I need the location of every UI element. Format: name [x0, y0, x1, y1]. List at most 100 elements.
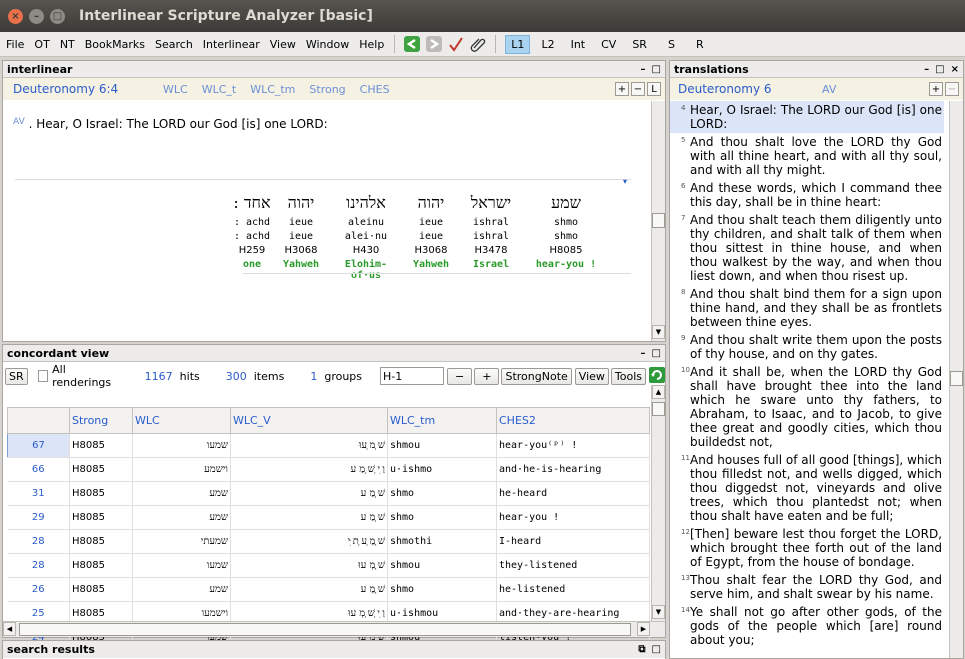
toolbar-l1-button[interactable]: L1: [505, 34, 531, 54]
translations-reference[interactable]: Deuteronomy 6: [678, 82, 822, 96]
maximize-icon[interactable]: □: [652, 64, 661, 75]
scroll-up-icon[interactable]: ▲: [652, 385, 665, 399]
toolbar-sr-button[interactable]: SR: [627, 36, 652, 53]
layout-button[interactable]: L: [647, 82, 661, 96]
interlinear-word[interactable]: שמע shmo shmo H8085 hear-you !: [531, 193, 601, 273]
scroll-thumb[interactable]: [950, 371, 963, 386]
table-row[interactable]: 28 H8085 שמעתי שׁ ָמַ ְע ְת ִּי shmothi I-hea…: [7, 529, 650, 554]
verse-item[interactable]: 14 Ye shall not go after other gods, of t…: [670, 603, 944, 649]
tools-button[interactable]: Tools: [610, 367, 646, 385]
back-arrow-icon[interactable]: [402, 35, 422, 53]
concordant-vscrollbar[interactable]: ▲ ▼: [651, 385, 665, 621]
restore-icon[interactable]: ⧉: [638, 644, 645, 655]
maximize-icon[interactable]: □: [652, 348, 661, 359]
table-row[interactable]: 29 H8085 שמע שׁ ְמַ ע shmo hear-you !: [7, 505, 650, 530]
menu-search[interactable]: Search: [149, 38, 197, 51]
minimize-icon[interactable]: –: [641, 348, 646, 359]
verse-item[interactable]: 9 And thou shalt write them upon the post…: [670, 331, 944, 363]
sr-button[interactable]: SR: [5, 367, 28, 385]
minus-button[interactable]: −: [945, 82, 959, 96]
interlinear-reference[interactable]: Deuteronomy 6:4: [13, 82, 163, 96]
menu-bookmarks[interactable]: BookMarks: [79, 38, 149, 51]
table-row[interactable]: 67 H8085 שמעו שׁ ְמ ְעוּ shmou hear-you⁽ᵖ⁾ !: [7, 433, 650, 458]
refresh-icon[interactable]: [649, 366, 665, 386]
scroll-thumb[interactable]: [652, 213, 665, 228]
scroll-down-icon[interactable]: ▼: [652, 325, 665, 339]
column-header-wlc[interactable]: WLC: [132, 407, 231, 434]
scroll-down-icon[interactable]: ▼: [652, 605, 665, 619]
table-row[interactable]: 26 H8085 שמע שׁ ָמַ ע shmo he-listened: [7, 577, 650, 602]
maximize-icon[interactable]: □: [935, 64, 944, 75]
minimize-window-button[interactable]: –: [29, 8, 44, 24]
menu-window[interactable]: Window: [300, 38, 353, 51]
paperclip-icon[interactable]: [468, 35, 488, 53]
hscroll-thumb[interactable]: [19, 623, 631, 636]
toolbar-cv-button[interactable]: CV: [596, 36, 621, 53]
verse-item[interactable]: 13 Thou shalt fear the LORD thy God, and …: [670, 571, 944, 603]
interlinear-word[interactable]: יהוה ieue ieue H3068 Yahweh: [411, 193, 451, 273]
minimize-icon[interactable]: –: [924, 64, 929, 75]
interlinear-word[interactable]: אלהינו aleinu alei·nu H430 Elohim-of·us: [331, 193, 401, 281]
plus-button[interactable]: +: [929, 82, 943, 96]
view-button[interactable]: View: [574, 367, 609, 385]
table-row[interactable]: 31 H8085 שמע שׁ ְמַ ע shmo he-heard: [7, 481, 650, 506]
maximize-icon[interactable]: □: [652, 644, 661, 655]
table-row[interactable]: 28 H8085 שמעו שׁ ָמְ עוּ shmou they-listened: [7, 553, 650, 578]
av-label: AV: [13, 117, 25, 127]
translations-version[interactable]: AV: [822, 83, 836, 96]
scroll-left-icon[interactable]: ◀: [3, 622, 16, 636]
tab-ches[interactable]: CHES: [360, 83, 390, 96]
wlc-tm-cell: shmo: [387, 577, 497, 602]
interlinear-word[interactable]: אחד :: achd: achd H259 one: [233, 193, 271, 273]
verse-item[interactable]: 7 And thou shalt teach them diligently un…: [670, 211, 944, 285]
minus-button[interactable]: −: [631, 82, 645, 96]
menu-interlinear[interactable]: Interlinear: [197, 38, 264, 51]
toolbar-int-button[interactable]: Int: [566, 36, 591, 53]
tab-wlc-tm[interactable]: WLC_tm: [250, 83, 295, 96]
menu-nt[interactable]: NT: [54, 38, 79, 51]
column-header-wlc-v[interactable]: WLC_V: [230, 407, 388, 434]
menu-ot[interactable]: OT: [28, 38, 53, 51]
tab-wlc-t[interactable]: WLC_t: [202, 83, 237, 96]
toolbar-s-button[interactable]: S: [663, 36, 680, 53]
verse-item[interactable]: 11 And houses full of all good [things], …: [670, 451, 944, 525]
decrement-button[interactable]: −: [447, 367, 473, 385]
column-header-strong[interactable]: Strong: [69, 407, 133, 434]
scroll-right-icon[interactable]: ▶: [637, 622, 650, 636]
forward-arrow-icon[interactable]: [424, 35, 444, 53]
verse-item[interactable]: 4 Hear, O Israel: The LORD our God [is] o…: [670, 101, 944, 133]
minimize-icon[interactable]: –: [641, 64, 646, 75]
strong-search-input[interactable]: [380, 367, 445, 385]
menu-help[interactable]: Help: [353, 38, 388, 51]
verse-item[interactable]: 5 And thou shalt love the LORD thy God wi…: [670, 133, 944, 179]
toolbar-r-button[interactable]: R: [691, 36, 709, 53]
column-header-hits[interactable]: [7, 407, 70, 434]
interlinear-scrollbar[interactable]: ▼: [651, 101, 665, 341]
concordant-hscrollbar[interactable]: ◀ ▶: [3, 621, 665, 637]
close-icon[interactable]: ×: [951, 64, 959, 75]
toolbar-l2-button[interactable]: L2: [536, 36, 559, 53]
verse-item[interactable]: 8 And thou shalt bind them for a sign upo…: [670, 285, 944, 331]
verse-text: And houses full of all good [things], wh…: [690, 453, 942, 523]
increment-button[interactable]: +: [474, 367, 500, 385]
all-renderings-checkbox[interactable]: [37, 370, 49, 382]
close-window-button[interactable]: ×: [8, 8, 23, 24]
strongnote-button[interactable]: StrongNote: [501, 367, 572, 385]
verse-item[interactable]: 10 And it shall be, when the LORD thy God…: [670, 363, 944, 451]
verse-item[interactable]: 6 And these words, which I command thee t…: [670, 179, 944, 211]
plus-button[interactable]: +: [615, 82, 629, 96]
maximize-window-button[interactable]: □: [50, 8, 65, 24]
tab-strong[interactable]: Strong: [309, 83, 345, 96]
scroll-thumb[interactable]: [652, 402, 665, 416]
interlinear-word[interactable]: יהוה ieue ieue H3068 Yahweh: [281, 193, 321, 273]
translations-scrollbar[interactable]: [949, 101, 963, 658]
table-row[interactable]: 66 H8085 וישמע וַ ִי ְשׁ ְמַ ע u·ishmo and·he…: [7, 457, 650, 482]
column-header-ches2[interactable]: CHES2: [496, 407, 650, 434]
column-header-wlc-tm[interactable]: WLC_tm: [387, 407, 497, 434]
menu-view[interactable]: View: [264, 38, 300, 51]
verse-item[interactable]: 12 [Then] beware lest thou forget the LOR…: [670, 525, 944, 571]
spellcheck-icon[interactable]: [446, 35, 466, 53]
tab-wlc[interactable]: WLC: [163, 83, 188, 96]
interlinear-word[interactable]: ישראל ishral ishral H3478 Israel: [461, 193, 521, 273]
menu-file[interactable]: File: [0, 38, 28, 51]
